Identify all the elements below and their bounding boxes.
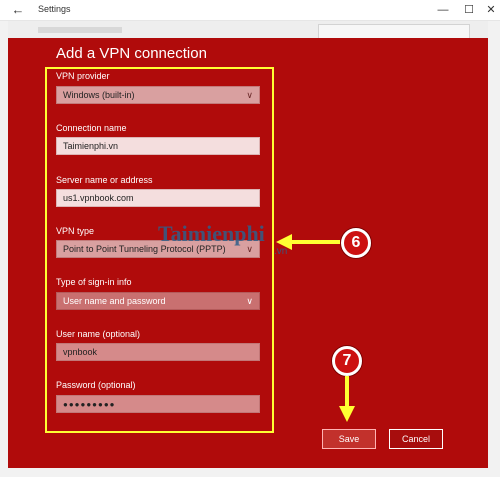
username-input[interactable]: vpnbook (56, 343, 260, 361)
password-label: Password (optional) (56, 380, 136, 390)
chevron-down-icon: ∨ (246, 90, 253, 100)
cancel-button[interactable]: Cancel (389, 429, 443, 449)
vpn-type-label: VPN type (56, 226, 95, 236)
vpn-provider-label: VPN provider (56, 71, 110, 81)
server-label: Server name or address (56, 175, 153, 185)
vpn-provider-select[interactable]: Windows (built-in) ∨ (56, 86, 260, 104)
window-title: Settings (38, 4, 71, 14)
dialog-title: Add a VPN connection (56, 45, 207, 62)
password-input[interactable]: ●●●●●●●●● (56, 395, 260, 413)
background-bottom-edge (0, 468, 500, 477)
step-7-badge: 7 (332, 346, 362, 376)
sign-in-value: User name and password (63, 296, 166, 306)
background-right-edge (488, 21, 500, 477)
server-value: us1.vpnbook.com (63, 193, 134, 203)
sign-in-select[interactable]: User name and password ∨ (56, 292, 260, 310)
arrow-down-head-icon (339, 406, 355, 422)
watermark-logo: Taimienphi (158, 221, 265, 246)
connection-name-value: Taimienphi.vn (63, 141, 119, 151)
back-arrow-icon[interactable]: ← (10, 2, 26, 18)
username-label: User name (optional) (56, 329, 141, 339)
background-search-placeholder (318, 24, 470, 39)
arrow-left-head-icon (276, 234, 292, 250)
arrow-left-annotation (292, 240, 340, 244)
arrow-down-annotation (345, 376, 349, 410)
server-input[interactable]: us1.vpnbook.com (56, 189, 260, 207)
username-value: vpnbook (63, 347, 98, 357)
vpn-provider-value: Windows (built-in) (63, 90, 135, 100)
background-heading-placeholder (38, 27, 122, 33)
minimize-icon[interactable]: — (430, 0, 456, 20)
connection-name-label: Connection name (56, 123, 127, 133)
save-button[interactable]: Save (322, 429, 376, 449)
connection-name-input[interactable]: Taimienphi.vn (56, 137, 260, 155)
password-value: ●●●●●●●●● (63, 400, 116, 409)
close-icon[interactable]: ✕ (478, 0, 500, 20)
window-titlebar: ← Settings — ☐ ✕ (0, 0, 500, 21)
sign-in-label: Type of sign-in info (56, 277, 132, 287)
chevron-down-icon: ∨ (246, 296, 253, 306)
step-6-badge: 6 (341, 228, 371, 258)
background-left-edge (0, 21, 8, 477)
